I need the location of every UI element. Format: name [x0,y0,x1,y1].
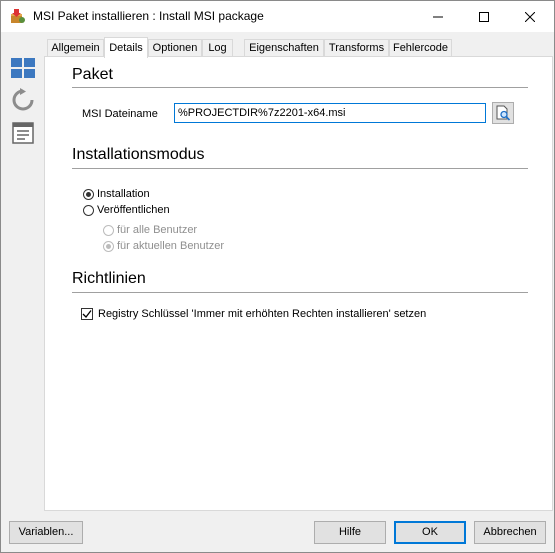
radio-installation[interactable]: Installation [83,188,150,200]
installationsmodus-divider [72,168,528,169]
paket-heading: Paket [72,66,113,83]
radio-aktueller-benutzer-label: für aktuellen Benutzer [117,240,225,252]
registry-checkbox-label: Registry Schlüssel 'Immer mit erhöhten R… [98,308,427,320]
browse-button[interactable] [492,102,514,124]
registry-checkbox-row[interactable]: Registry Schlüssel 'Immer mit erhöhten R… [81,308,426,320]
radio-alle-benutzer-control[interactable] [103,224,114,236]
variables-button[interactable]: Variablen... [9,521,83,544]
app-installer-icon [10,8,26,24]
radio-aktueller-benutzer[interactable]: für aktuellen Benutzer [103,240,224,252]
cancel-button[interactable]: Abbrechen [474,521,546,544]
maximize-button[interactable] [461,1,507,32]
ok-button[interactable]: OK [394,521,466,544]
paket-divider [72,87,528,88]
minimize-button[interactable] [415,1,461,32]
installationsmodus-heading: Installationsmodus [72,146,205,163]
msi-filename-label: MSI Dateiname [82,108,158,120]
close-button[interactable] [507,1,553,32]
help-button[interactable]: Hilfe [314,521,386,544]
tab-optionen[interactable]: Optionen [148,39,202,56]
details-panel: Paket MSI Dateiname Installationsmodus I… [44,56,553,511]
tab-log[interactable]: Log [202,39,233,56]
richtlinien-divider [72,292,528,293]
radio-installation-control[interactable] [83,188,94,200]
maximize-icon [479,11,489,22]
radio-installation-label: Installation [97,188,150,200]
grid-view-icon[interactable] [10,55,36,81]
minimize-icon [433,16,443,17]
msi-filename-input[interactable] [174,103,486,123]
browse-file-icon [496,105,511,121]
tab-eigenschaften[interactable]: Eigenschaften [244,39,324,56]
radio-alle-benutzer[interactable]: für alle Benutzer [103,224,197,236]
richtlinien-heading: Richtlinien [72,270,146,287]
dialog-window: MSI Paket installieren : Install MSI pac… [0,0,555,553]
window-title: MSI Paket installieren : Install MSI pac… [33,9,264,23]
properties-icon[interactable] [10,120,36,146]
sidebar [1,32,43,512]
refresh-icon[interactable] [10,87,36,113]
tab-fehlercode[interactable]: Fehlercode [389,39,452,56]
radio-aktueller-benutzer-control[interactable] [103,240,114,252]
close-icon [525,11,535,22]
registry-checkbox[interactable] [81,308,93,320]
title-bar: MSI Paket installieren : Install MSI pac… [1,1,554,32]
checkmark-icon [82,310,92,318]
radio-veroeffentlichen-label: Veröffentlichen [97,204,170,216]
tab-details[interactable]: Details [104,37,148,58]
radio-alle-benutzer-label: für alle Benutzer [117,224,198,236]
radio-veroeffentlichen-control[interactable] [83,204,94,216]
tab-transforms[interactable]: Transforms [324,39,389,56]
tab-allgemein[interactable]: Allgemein [47,39,104,56]
radio-veroeffentlichen[interactable]: Veröffentlichen [83,204,170,216]
